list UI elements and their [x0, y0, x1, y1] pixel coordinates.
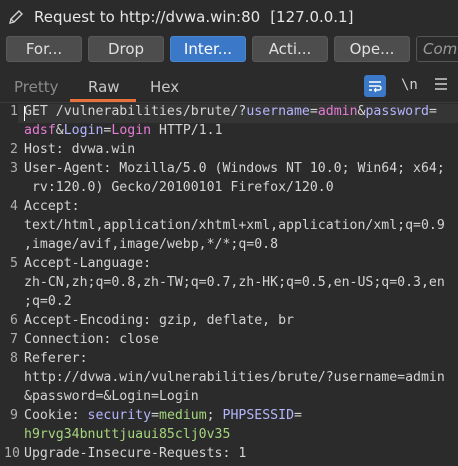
- line-number: 7: [10, 332, 18, 347]
- line-number: 9: [10, 408, 18, 423]
- editor-line: adsf&Login=Login HTTP/1.1: [0, 123, 458, 142]
- header-accept-cont: ,image/avif,image/webp,*/*;q=0.8: [24, 237, 279, 252]
- param-name: Login: [63, 123, 104, 138]
- tab-pretty[interactable]: Pretty: [14, 78, 59, 96]
- header-user-agent-cont: rv:120.0) Gecko/20100101 Firefox/120.0: [24, 180, 334, 195]
- window-title: Request to http://dvwa.win:80 [127.0.0.1]: [34, 8, 353, 26]
- editor-line: 10 Upgrade-Insecure-Requests: 1: [0, 446, 458, 465]
- intercept-toggle-button[interactable]: Inter...: [170, 36, 246, 62]
- open-browser-button[interactable]: Ope...: [334, 36, 410, 62]
- editor-line: 2 Host: dvwa.win: [0, 142, 458, 161]
- header-accept-language-cont: zh-CN,zh;q=0.8,zh-TW;q=0.7,zh-HK;q=0.5,e…: [24, 275, 445, 290]
- editor-line: http://dvwa.win/vulnerabilities/brute/?u…: [0, 370, 458, 389]
- header-accept-language-cont: ;q=0.2: [24, 294, 72, 309]
- editor-line: text/html,application/xhtml+xml,applicat…: [0, 218, 458, 237]
- editor-line: 7 Connection: close: [0, 332, 458, 351]
- editor-line: 4 Accept:: [0, 199, 458, 218]
- cookie-name: PHPSESSID: [222, 408, 295, 423]
- raw-request-editor[interactable]: 1 GET /vulnerabilities/brute/?username=a…: [0, 104, 458, 466]
- editor-line: 5 Accept-Language:: [0, 256, 458, 275]
- view-tab-bar: Pretty Raw Hex: [0, 74, 458, 103]
- menu-icon[interactable]: [434, 77, 448, 91]
- header-accept-language: Accept-Language:: [24, 256, 152, 271]
- active-tab-indicator: [70, 99, 136, 102]
- param-value: Login: [111, 123, 152, 138]
- cookie-value: h9rvg34bnuttjuaui85clj0v35: [24, 427, 231, 442]
- newline-toggle[interactable]: \n: [401, 77, 418, 93]
- wrap-icon: [369, 81, 382, 93]
- header-cookie: Cookie: security=medium; PHPSESSID=: [24, 408, 302, 423]
- editor-line: 1 GET /vulnerabilities/brute/?username=a…: [0, 104, 458, 123]
- line-number: 8: [10, 351, 18, 366]
- header-accept-cont: text/html,application/xhtml+xml,applicat…: [24, 218, 445, 233]
- title-bar: Request to http://dvwa.win:80 [127.0.0.1]: [0, 0, 458, 34]
- comment-field[interactable]: Com: [416, 36, 458, 62]
- editor-line: 3 User-Agent: Mozilla/5.0 (Windows NT 10…: [0, 161, 458, 180]
- line-number: 10: [4, 446, 20, 461]
- line-number: 1: [10, 104, 18, 119]
- editor-line: &password=&Login=Login: [0, 389, 458, 408]
- header-referer: Referer:: [24, 351, 88, 366]
- editor-line: ,image/avif,image/webp,*/*;q=0.8: [0, 237, 458, 256]
- header-referer-cont: &password=&Login=Login: [24, 389, 199, 404]
- text-cursor: [24, 106, 25, 121]
- line-number: 3: [10, 161, 18, 176]
- intercept-toolbar: For... Drop Inter... Acti... Ope... Com: [0, 34, 458, 64]
- editor-line: rv:120.0) Gecko/20100101 Firefox/120.0: [0, 180, 458, 199]
- request-line: GET /vulnerabilities/brute/?username=adm…: [24, 104, 437, 119]
- param-value: admin: [317, 104, 358, 119]
- action-button[interactable]: Acti...: [252, 36, 328, 62]
- header-connection: Connection: close: [24, 332, 159, 347]
- request-line-cont: adsf&Login=Login HTTP/1.1: [24, 123, 223, 138]
- header-accept: Accept:: [24, 199, 80, 214]
- line-number: 5: [10, 256, 18, 271]
- drop-button[interactable]: Drop: [88, 36, 164, 62]
- word-wrap-toggle[interactable]: [364, 75, 386, 97]
- request-path: /vulnerabilities/brute/?: [55, 104, 247, 119]
- line-number: 6: [10, 313, 18, 328]
- cookie-name: security: [87, 408, 152, 423]
- line-number: 4: [10, 199, 18, 214]
- header-referer-cont: http://dvwa.win/vulnerabilities/brute/?u…: [24, 370, 445, 385]
- param-name: password: [365, 104, 430, 119]
- cookie-value: medium: [159, 408, 207, 423]
- header-user-agent: User-Agent: Mozilla/5.0 (Windows NT 10.0…: [24, 161, 445, 176]
- pencil-icon: [9, 10, 23, 24]
- param-name: username: [246, 104, 310, 119]
- http-method: GET: [24, 104, 48, 119]
- editor-line: zh-CN,zh;q=0.8,zh-TW;q=0.7,zh-HK;q=0.5,e…: [0, 275, 458, 294]
- editor-line: 8 Referer:: [0, 351, 458, 370]
- editor-line: 9 Cookie: security=medium; PHPSESSID=: [0, 408, 458, 427]
- editor-line: ;q=0.2: [0, 294, 458, 313]
- forward-button[interactable]: For...: [6, 36, 82, 62]
- param-value: adsf: [24, 123, 56, 138]
- editor-line: h9rvg34bnuttjuaui85clj0v35: [0, 427, 458, 446]
- header-accept-encoding: Accept-Encoding: gzip, deflate, br: [24, 313, 294, 328]
- tab-raw[interactable]: Raw: [88, 78, 120, 96]
- tab-hex[interactable]: Hex: [150, 78, 179, 96]
- cookie-label: Cookie:: [24, 408, 88, 423]
- request-ip: [127.0.0.1]: [270, 8, 354, 26]
- http-protocol: HTTP/1.1: [151, 123, 223, 138]
- request-url-title: Request to http://dvwa.win:80: [34, 8, 261, 26]
- editor-line: 6 Accept-Encoding: gzip, deflate, br: [0, 313, 458, 332]
- header-upgrade-insecure-requests: Upgrade-Insecure-Requests: 1: [24, 446, 247, 461]
- line-number: 2: [10, 142, 18, 157]
- header-host: Host: dvwa.win: [24, 142, 136, 157]
